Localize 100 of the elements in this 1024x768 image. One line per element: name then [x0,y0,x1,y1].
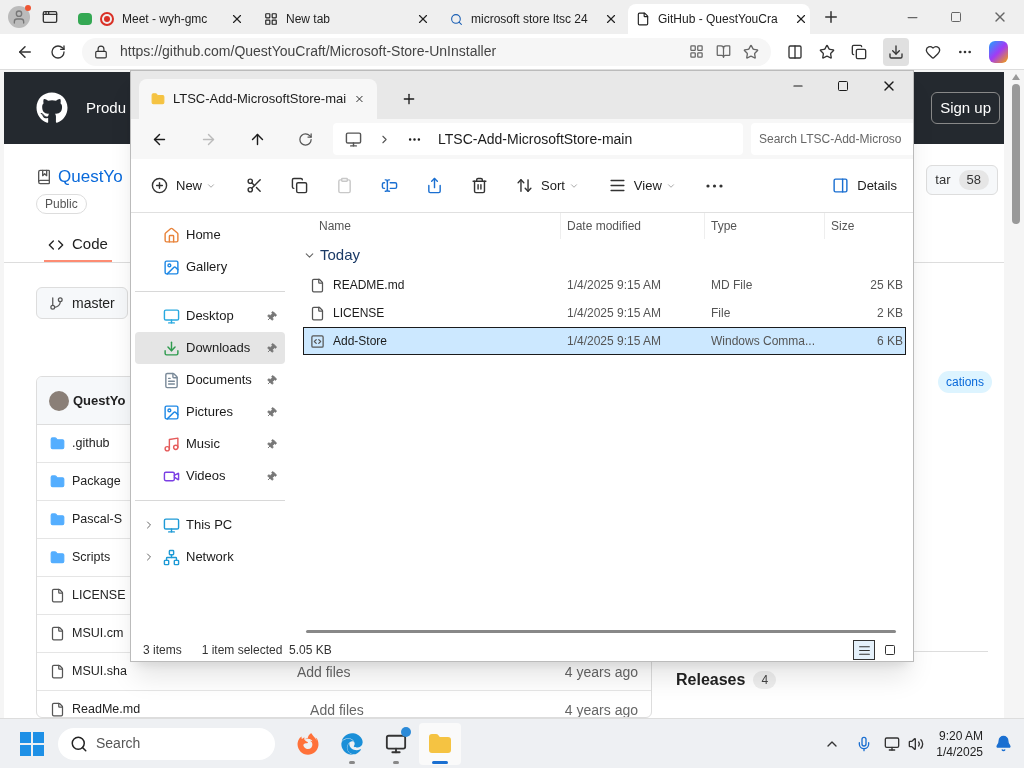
search-icon [70,734,88,753]
window-tab[interactable]: LTSC-Add-MicrosoftStore-mai [139,79,377,119]
collections-icon[interactable] [850,43,867,60]
tab-title: Meet - wyh-gmc [122,11,208,28]
commit-message[interactable]: Add files [310,701,364,717]
releases-heading[interactable]: Releases [676,668,746,692]
browser-tab[interactable]: microsoft store ltsc 24 [442,4,624,34]
close-icon[interactable] [416,12,430,26]
file-name[interactable]: Scripts [72,548,111,567]
file-row[interactable]: Add-Store 1/4/2025 9:15 AM Windows Comma... 6 KB [303,327,906,355]
delete-button[interactable] [471,177,488,194]
rename-button[interactable] [381,177,398,194]
scrollbar-thumb[interactable] [1012,84,1020,224]
file-row[interactable]: README.md 1/4/2025 9:15 AM MD File 25 KB [303,271,906,299]
file-icon [50,664,65,679]
volume-icon[interactable] [908,735,925,752]
script-file-icon [310,333,325,349]
file-name[interactable]: Package [72,472,121,491]
cut-button[interactable] [246,177,263,194]
nav-item[interactable]: Desktop [135,300,285,332]
lines-icon [857,643,871,657]
close-icon[interactable] [230,12,244,26]
address-field[interactable]: LTSC-Add-MicrosoftStore-main [333,123,743,155]
commit-message[interactable]: Add files [296,663,351,680]
refresh-icon[interactable] [298,131,313,147]
address-bar[interactable]: https://github.com/QuestYouCraft/Microsoft-Store-UnInstaller [82,37,771,66]
browser-tab[interactable]: GitHub - QuestYouCra [628,4,810,34]
apps-icon[interactable] [688,44,704,59]
file-name[interactable]: MSUI.sha [72,662,127,681]
column-header[interactable]: Date modified [560,213,704,239]
scroll-up-arrow-icon[interactable] [1012,74,1020,80]
nav-item[interactable]: Pictures [135,396,285,428]
group-header[interactable]: Today [303,239,906,271]
file-name[interactable]: MSUI.cm [72,624,124,643]
tab-title: LTSC-Add-MicrosoftStore-mai [173,90,347,109]
search-field[interactable]: Search [58,727,275,760]
notification-icon[interactable] [995,735,1012,752]
horizontal-scrollbar[interactable] [306,630,896,633]
sort-button[interactable]: Sort [516,175,579,196]
tab-title: GitHub - QuestYouCra [658,11,778,28]
nav-item[interactable]: Videos [135,460,285,492]
details-button[interactable]: Details [832,175,897,196]
column-header[interactable]: Size [824,213,904,239]
file-name[interactable]: .github [72,434,110,453]
nav-item[interactable]: Documents [135,364,285,396]
nav-item[interactable]: This PC [135,509,285,541]
search-field[interactable]: Search LTSC-Add-Microso [751,123,913,155]
copy-button[interactable] [291,177,308,194]
downloads-button[interactable] [882,37,909,66]
browser-tab[interactable]: Meet - wyh-gmc [70,4,252,34]
folder-app-button[interactable] [419,722,461,765]
copilot-icon[interactable] [988,40,1008,63]
share-button[interactable] [426,177,443,194]
square-icon [884,644,896,656]
maximize-icon[interactable] [837,80,849,92]
selection-info: 1 item selected 5.05 KB [201,642,332,659]
sign-up-button[interactable]: Sign up [931,91,1000,125]
star-icon[interactable] [742,43,759,60]
meet-logo-icon [78,13,92,25]
rename-icon [381,177,398,194]
repo-name[interactable]: QuestYo [58,164,123,190]
grid-icon [264,12,278,26]
file-name[interactable]: Pascal-S [72,510,123,529]
nav-item[interactable]: Network [135,541,285,573]
menu-item[interactable]: Produ [86,96,127,120]
file-name[interactable]: LICENSE [72,586,126,605]
new-button[interactable]: New [151,175,216,196]
details-view-button[interactable] [853,640,875,660]
split-screen-icon[interactable] [786,43,803,60]
file-name[interactable]: ReadMe.md [72,700,141,717]
nav-item[interactable]: Music [135,428,285,460]
nav-item[interactable]: Downloads [135,332,285,364]
repo-tab[interactable]: Code [44,229,112,262]
github-logo[interactable] [36,92,68,124]
branch-button[interactable]: master [36,287,128,319]
file-row[interactable]: LICENSE 1/4/2025 9:15 AM File 2 KB [303,299,906,327]
start-icon[interactable] [20,731,44,756]
tab-actions-icon[interactable] [42,9,58,25]
column-header[interactable]: Type [704,213,824,239]
folder-icon [50,436,65,451]
star-button[interactable]: tar 58 [926,165,998,195]
new-tab-icon[interactable] [401,91,417,107]
nav-item[interactable]: Home [135,219,285,251]
owner-name[interactable]: QuestYo [73,390,126,411]
profile-avatar[interactable] [8,6,30,28]
new-tab-icon[interactable] [822,8,840,26]
share-icon [426,177,443,194]
clock[interactable]: 9:20 AM 1/4/2025 [936,727,983,760]
refresh-icon[interactable] [50,43,66,60]
more-button[interactable] [705,183,723,188]
favorites-icon[interactable] [818,43,835,60]
column-header[interactable]: Name [303,213,560,239]
sort-icon [516,177,533,194]
topic-tag[interactable]: cations [937,371,992,393]
nav-item[interactable]: Gallery [135,251,285,283]
heart-icon[interactable] [924,43,941,60]
image-icon [163,403,180,421]
browser-tab[interactable]: New tab [256,4,438,34]
view-button[interactable]: View [608,175,676,196]
restore-icon[interactable] [950,11,962,23]
